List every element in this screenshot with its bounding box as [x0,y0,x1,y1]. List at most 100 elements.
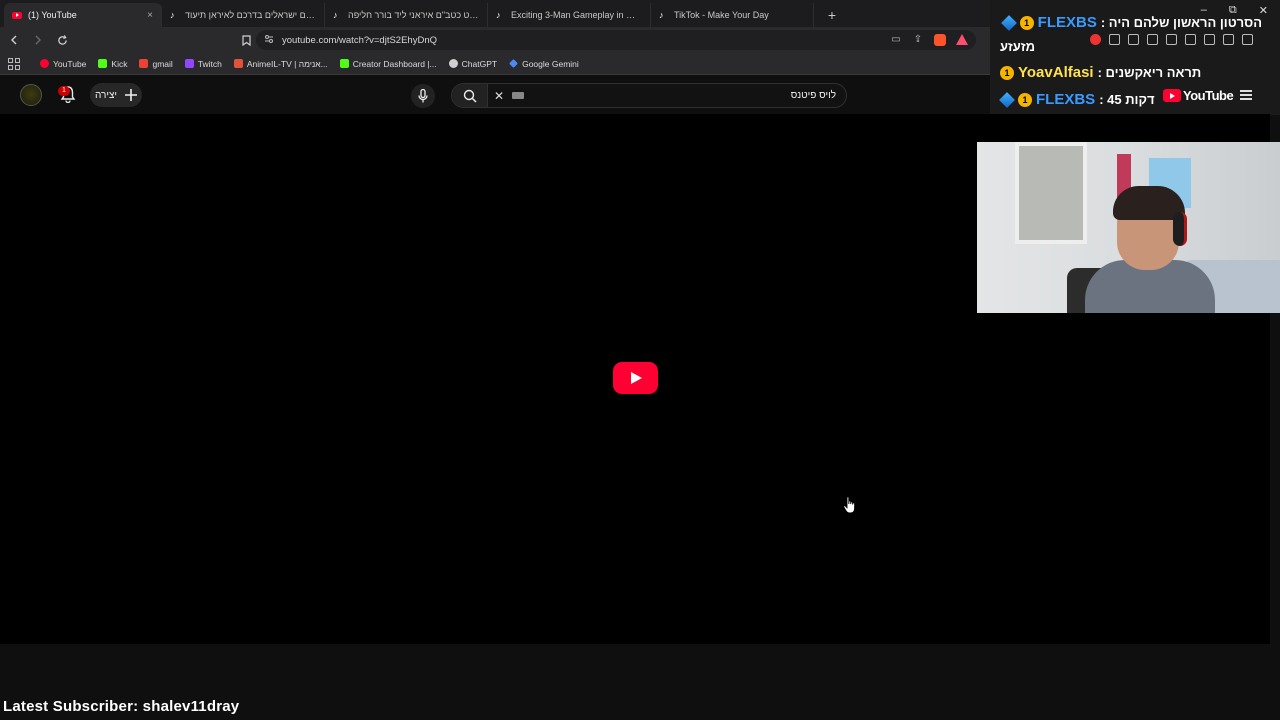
gold-badge-icon: 1 [1018,92,1032,107]
tab-tiktok-2[interactable]: ♪ ירוט כטב"ם איראני ליד בורר חליפה | [325,3,488,27]
site-settings-icon[interactable] [264,34,274,47]
create-label: יצירה [94,89,118,101]
apps-grid-icon[interactable] [8,57,20,70]
bookmarks-bar: YouTube Kick gmail Twitch AnimeIL-TV | א… [0,53,990,75]
tab-tiktok-4[interactable]: ♪ TikTok - Make Your Day [651,3,814,27]
chat-message: 1 FLEXBS הסרטון הראשון שלהם היה : [1000,14,1262,31]
keyboard-icon[interactable] [512,92,524,99]
music-icon[interactable] [1147,34,1158,45]
hamburger-menu-icon[interactable] [1240,90,1252,100]
tab-title: TikTok - Make Your Day [674,10,769,20]
search-input[interactable]: לויס פיטנס [524,90,846,101]
screenshot-icon[interactable] [1128,34,1139,45]
back-icon[interactable] [4,30,24,50]
tab-title: Exciting 3-Man Gameplay in Marvel R [511,10,642,20]
gmail-icon [139,59,149,68]
cast-icon[interactable]: ▭ [890,34,902,46]
brave-shields-icon[interactable] [934,34,946,46]
animeil-icon [233,59,243,68]
close-icon[interactable]: × [147,10,153,21]
kick-icon [339,59,349,68]
bookmark-gmail[interactable]: gmail [133,55,178,73]
tab-tiktok-1[interactable]: ♪ טילים ישראלים בדרכם לאיראן תיעוד [162,3,325,27]
cube-badge-icon [999,91,1015,108]
chat-text: הסרטון הראשון שלהם היה : [1100,15,1262,30]
hand-cursor-icon [843,496,856,514]
chat-text: תראה ריאקשנים : [1097,65,1202,80]
bookmark-creator-dashboard[interactable]: Creator Dashboard |... [334,55,443,73]
stream-chat-overlay: – ⧉ ✕ 1 FLEXBS הסרטון הראשון שלהם היה : … [990,0,1280,115]
gold-badge-icon: 1 [1019,15,1034,30]
menu-icon[interactable] [1242,34,1253,45]
tab-tiktok-3[interactable]: ♪ Exciting 3-Man Gameplay in Marvel R [488,3,651,27]
youtube-logo[interactable]: YouTube [1163,88,1234,103]
gold-badge-icon: 1 [1000,65,1014,80]
youtube-icon [1163,89,1181,102]
leo-icon[interactable] [1204,34,1215,45]
address-bar-actions: ▭ ⇪ [890,34,968,46]
tab-title: (1) YouTube [28,10,77,20]
bookmark-gemini[interactable]: Google Gemini [503,55,585,73]
screen: (1) YouTube × ♪ טילים ישראלים בדרכם לאיר… [0,0,1280,720]
extensions-toolbar [1090,34,1253,45]
latest-subscriber-label: Latest Subscriber: shalev11dray [3,698,240,715]
tab-title: ירוט כטב"ם איראני ליד בורר חליפה | [348,10,479,20]
forward-icon[interactable] [28,30,48,50]
navigation-bar: youtube.com/watch?v=djtS2EhyDnQ ▭ ⇪ [0,27,990,53]
chat-username: YoavAlfasi [1018,64,1094,81]
chat-message: 1 FLEXBS דקות 45 : [999,91,1155,108]
tiktok-icon: ♪ [659,9,664,20]
youtube-icon [12,11,22,19]
tab-strip: (1) YouTube × ♪ טילים ישראלים בדרכם לאיר… [0,0,990,27]
clear-search-icon[interactable]: ✕ [488,89,510,103]
play-button[interactable] [613,362,658,394]
tiktok-icon: ♪ [496,9,501,20]
brave-rewards-icon[interactable] [956,34,968,45]
create-button[interactable]: יצירה [90,83,142,107]
voice-search-button[interactable] [411,84,435,108]
chat-message: 1 YoavAlfasi תראה ריאקשנים : [1000,64,1201,81]
notification-count-badge: 1 [58,86,70,96]
tiktok-icon: ♪ [170,9,175,20]
reload-icon[interactable] [52,30,72,50]
search-box: ✕ לויס פיטנס [451,83,847,108]
chat-username: FLEXBS [1036,91,1096,108]
wallet-icon[interactable] [1185,34,1196,45]
webcam-window [1015,142,1087,244]
extension-icon[interactable] [1109,34,1120,45]
bookmark-icon[interactable] [236,30,256,50]
chat-message: מזעזע [1000,39,1035,54]
microphone-icon [418,89,428,103]
chat-text: מזעזע [1000,39,1036,54]
address-bar[interactable]: youtube.com/watch?v=djtS2EhyDnQ ▭ ⇪ [256,30,976,50]
bookmark-animeil[interactable]: AnimeIL-TV | אנימה... [228,55,334,73]
tab-title: טילים ישראלים בדרכם לאיראן תיעוד [185,10,316,20]
bookmark-youtube[interactable]: YouTube [34,55,92,73]
url-text: youtube.com/watch?v=djtS2EhyDnQ [282,34,437,46]
search-icon [463,89,477,103]
record-icon[interactable] [1090,34,1101,45]
youtube-icon [40,59,49,68]
chat-text: דקות 45 : [1099,92,1155,107]
avatar[interactable] [20,84,42,106]
new-tab-button[interactable]: + [820,3,844,27]
youtube-logo-text: YouTube [1183,88,1234,103]
chat-username: FLEXBS [1037,14,1097,31]
search-button[interactable] [452,84,488,107]
chatgpt-icon [448,59,458,68]
share-icon[interactable]: ⇪ [912,34,924,46]
bookmark-kick[interactable]: Kick [92,55,133,73]
vpn-icon[interactable] [1223,34,1234,45]
gemini-icon [509,59,519,68]
sidebar-icon[interactable] [1166,34,1177,45]
cube-badge-icon [1000,14,1017,31]
headset [1173,212,1187,246]
youtube-masthead: 1 יצירה ✕ לויס פיטנס [0,76,990,114]
kick-icon [98,59,108,68]
tab-youtube[interactable]: (1) YouTube × [4,3,162,27]
bookmark-chatgpt[interactable]: ChatGPT [443,55,503,73]
plus-icon [125,89,138,101]
twitch-icon [184,59,194,68]
tiktok-icon: ♪ [333,9,338,20]
bookmark-twitch[interactable]: Twitch [179,55,228,73]
